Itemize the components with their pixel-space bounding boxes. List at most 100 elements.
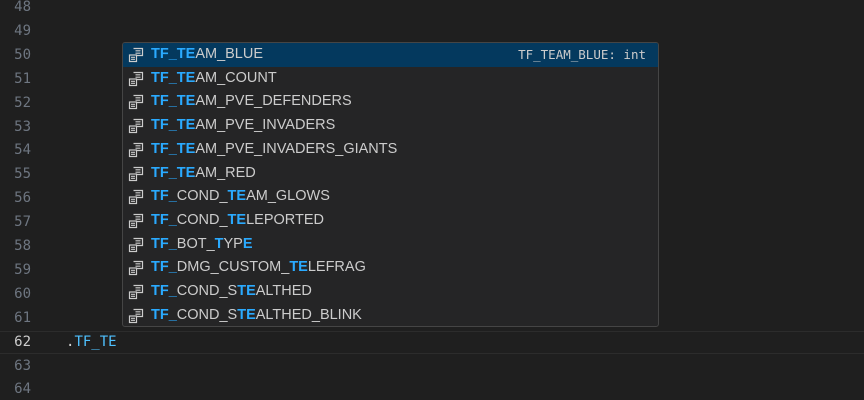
- enum-member-icon: [128, 166, 144, 182]
- code-identifier: TF_TE: [74, 333, 117, 350]
- match-highlight: E: [242, 235, 253, 252]
- match-highlight: TF_: [151, 211, 177, 228]
- enum-member-icon: [128, 118, 144, 134]
- match-highlight: TE: [237, 306, 256, 323]
- suggestion-label: TF_TEAM_PVE_DEFENDERS: [151, 90, 352, 114]
- match-highlight: TF_TE: [151, 164, 196, 181]
- enum-member-icon: [128, 213, 144, 229]
- enum-member-icon: [128, 94, 144, 110]
- label-segment: AM_GLOWS: [246, 188, 330, 205]
- suggestion-item[interactable]: TF_TEAM_PVE_DEFENDERS: [123, 90, 658, 114]
- enum-member-icon: [128, 237, 144, 253]
- match-highlight: TF_TE: [151, 69, 196, 86]
- match-highlight: TF_TE: [151, 46, 196, 62]
- line-number: 60: [14, 285, 31, 302]
- suggestion-item[interactable]: TF_COND_TELEPORTED: [123, 209, 658, 233]
- suggestion-item[interactable]: TF_TEAM_PVE_INVADERS_GIANTS: [123, 138, 658, 162]
- suggestion-item[interactable]: TF_TEAM_RED: [123, 162, 658, 186]
- editor-line[interactable]: 63: [0, 355, 864, 379]
- line-number: 63: [14, 357, 31, 374]
- match-highlight: TF_TE: [151, 140, 196, 157]
- label-segment: COND_: [176, 211, 228, 228]
- label-segment: AM_COUNT: [195, 69, 277, 86]
- line-number: 51: [14, 70, 31, 87]
- label-segment: AM_BLUE: [195, 46, 264, 62]
- suggestion-label: TF_TEAM_COUNT: [151, 67, 277, 91]
- enum-member-icon: [128, 71, 144, 87]
- line-number: 61: [14, 309, 31, 326]
- label-segment: DMG_CUSTOM_: [176, 259, 290, 276]
- line-number: 62: [14, 333, 31, 350]
- line-code[interactable]: .TF_TE: [66, 332, 117, 354]
- match-highlight: TE: [227, 211, 247, 228]
- label-segment: COND_S: [176, 283, 238, 299]
- line-number: 53: [14, 118, 31, 135]
- suggestion-label: TF_COND_STEALTHED_BLINK: [151, 304, 362, 326]
- suggestion-label: TF_COND_TEAM_GLOWS: [151, 185, 330, 209]
- label-segment: AM_PVE_DEFENDERS: [195, 93, 352, 110]
- label-segment: ALTHED: [255, 283, 312, 299]
- match-highlight: TE: [237, 283, 256, 299]
- enum-member-icon: [128, 284, 144, 300]
- label-segment: AM_PVE_INVADERS_GIANTS: [195, 140, 398, 157]
- suggestion-item[interactable]: TF_TEAM_PVE_INVADERS: [123, 114, 658, 138]
- line-number: 58: [14, 238, 31, 254]
- enum-member-icon: [128, 260, 144, 276]
- match-highlight: TF_TE: [151, 93, 196, 110]
- line-number: 48: [14, 0, 31, 15]
- suggest-widget[interactable]: TF_TEAM_BLUE TF_TEAM_BLUE: int TF_TEAM_COU…: [122, 42, 659, 327]
- label-segment: BOT_: [176, 235, 215, 252]
- suggestion-label: TF_COND_STEALTHED: [151, 280, 312, 304]
- line-number: 50: [14, 46, 31, 63]
- line-number: 52: [14, 94, 31, 111]
- line-number: 59: [14, 261, 31, 278]
- suggestion-item[interactable]: TF_BOT_TYPE: [123, 233, 658, 257]
- match-highlight: TE: [227, 188, 247, 205]
- match-highlight: TF_TE: [151, 117, 196, 134]
- suggestion-label: TF_COND_TELEPORTED: [151, 209, 324, 233]
- suggestion-item[interactable]: TF_COND_STEALTHED: [123, 280, 658, 304]
- suggestion-item[interactable]: TF_DMG_CUSTOM_TELEFRAG: [123, 256, 658, 280]
- suggestion-label: TF_DMG_CUSTOM_TELEFRAG: [151, 256, 366, 280]
- line-number: 54: [14, 142, 31, 159]
- suggestion-label: TF_TEAM_RED: [151, 162, 256, 186]
- enum-member-icon: [128, 47, 144, 63]
- label-segment: AM_PVE_INVADERS: [195, 117, 336, 134]
- label-segment: COND_: [176, 188, 228, 205]
- match-highlight: T: [214, 235, 224, 252]
- editor-line-current[interactable]: 62 .TF_TE: [0, 330, 864, 355]
- editor-line[interactable]: 49: [0, 20, 864, 44]
- match-highlight: TE: [289, 259, 308, 276]
- suggestion-item[interactable]: TF_COND_TEAM_GLOWS: [123, 185, 658, 209]
- line-number: 64: [14, 381, 31, 398]
- line-number: 55: [14, 166, 31, 183]
- label-segment: AM_RED: [195, 164, 256, 181]
- line-number: 49: [14, 22, 31, 39]
- match-highlight: TF_: [151, 306, 177, 323]
- enum-member-icon: [128, 142, 144, 158]
- suggestion-label: TF_BOT_TYPE: [151, 233, 253, 257]
- match-highlight: TF_: [151, 235, 177, 252]
- label-segment: YP: [223, 235, 243, 252]
- match-highlight: TF_: [151, 283, 177, 299]
- line-number: 57: [14, 214, 31, 231]
- suggestion-detail: TF_TEAM_BLUE: int: [518, 47, 646, 62]
- suggestion-label: TF_TEAM_BLUE: [151, 43, 263, 67]
- match-highlight: TF_: [151, 188, 177, 205]
- suggestion-label: TF_TEAM_PVE_INVADERS_GIANTS: [151, 138, 397, 162]
- label-segment: LEFRAG: [307, 259, 366, 276]
- editor-line[interactable]: 48: [0, 0, 864, 20]
- label-segment: COND_S: [176, 306, 238, 323]
- code-editor[interactable]: 48 49 50 51 52 53 54 55 56 57 58 59 60 61 62 .TF_TE 63 64…: [0, 0, 864, 400]
- label-segment: LEPORTED: [246, 211, 324, 228]
- editor-line[interactable]: 64: [0, 378, 864, 400]
- line-number: 56: [14, 190, 31, 207]
- suggestion-label: TF_TEAM_PVE_INVADERS: [151, 114, 335, 138]
- suggestion-item[interactable]: TF_TEAM_COUNT: [123, 67, 658, 91]
- enum-member-icon: [128, 308, 144, 324]
- suggestion-item-selected[interactable]: TF_TEAM_BLUE TF_TEAM_BLUE: int: [123, 43, 658, 67]
- match-highlight: TF_: [151, 259, 177, 276]
- enum-member-icon: [128, 189, 144, 205]
- label-segment: ALTHED_BLINK: [255, 306, 362, 323]
- suggestion-item[interactable]: TF_COND_STEALTHED_BLINK: [123, 304, 658, 326]
